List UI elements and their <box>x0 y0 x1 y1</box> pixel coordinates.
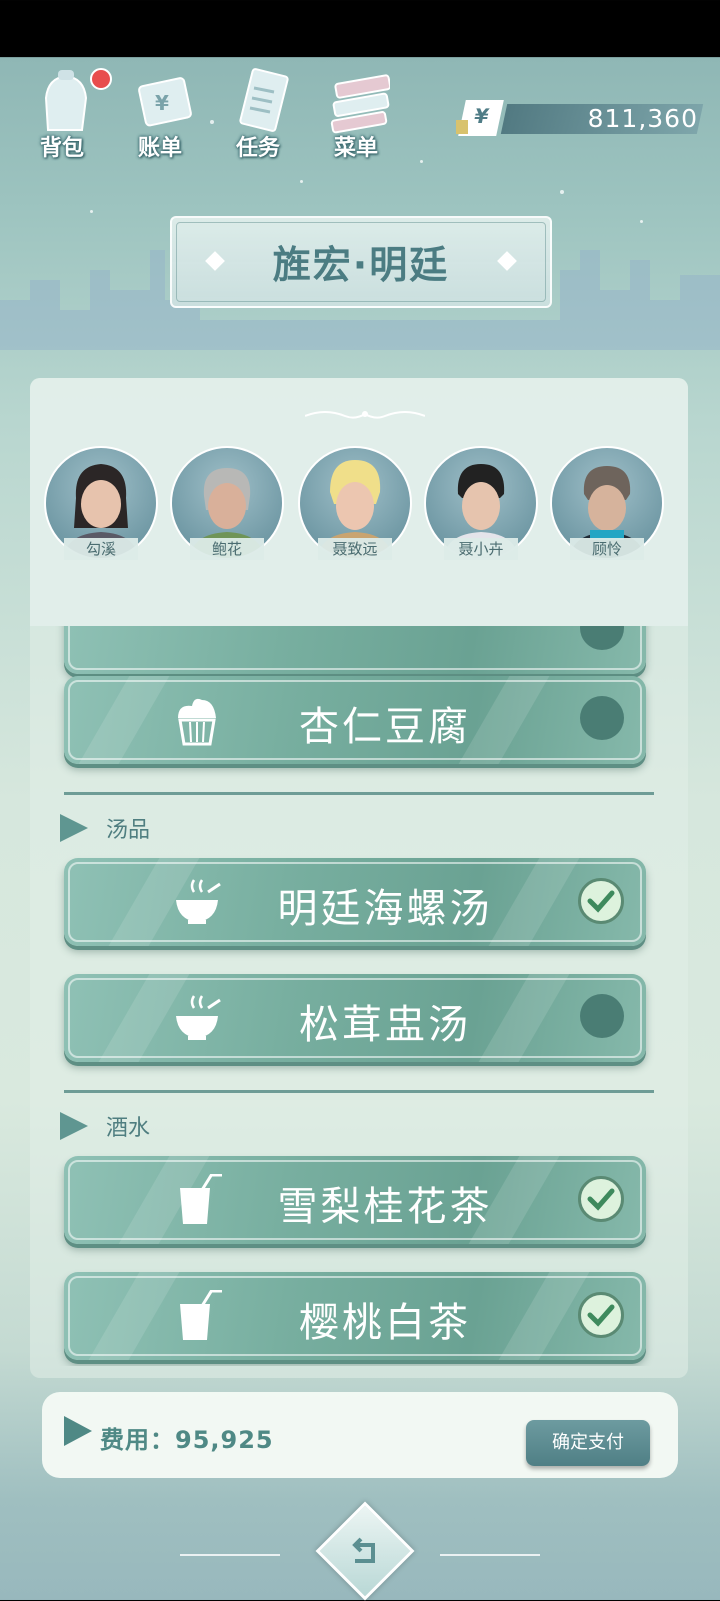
sparkle <box>420 160 423 163</box>
guest-portrait[interactable]: 勾溪 <box>44 446 158 560</box>
guest-name: 鲍花 <box>190 538 264 560</box>
section-header-drinks: 酒水 <box>44 1090 674 1150</box>
coin-icon <box>456 120 468 134</box>
menu-item-almond-tofu[interactable]: 杏仁豆腐 <box>64 676 646 764</box>
checkmark-icon <box>587 1304 615 1327</box>
guest-name: 勾溪 <box>64 538 138 560</box>
menu-icon <box>330 74 390 134</box>
guest-portrait[interactable]: 聂小卉 <box>424 446 538 560</box>
task-label: 任务 <box>235 136 280 161</box>
sparkle <box>560 190 564 194</box>
confirm-pay-button[interactable]: 确定支付 <box>526 1420 650 1466</box>
triangle-marker-icon <box>60 814 88 842</box>
sparkle <box>90 210 93 213</box>
money-display: ¥ 811,360 <box>456 100 704 136</box>
sparkle <box>210 120 214 124</box>
bill-icon: ¥ <box>138 77 192 127</box>
item-name: 杏仁豆腐 <box>299 704 471 750</box>
guest-portrait[interactable]: 聂致远 <box>298 446 412 560</box>
backpack-label: 背包 <box>39 136 84 161</box>
task-icon <box>239 68 289 132</box>
unchecked-icon[interactable] <box>580 994 624 1038</box>
menu-item-partial[interactable] <box>64 626 646 674</box>
decorative-line <box>440 1554 540 1556</box>
backpack-icon <box>44 70 88 131</box>
section-divider <box>64 1090 654 1093</box>
item-name: 明廷海螺汤 <box>277 886 493 932</box>
menu-item-conch-soup[interactable]: 明廷海螺汤 <box>64 858 646 946</box>
menu-list[interactable]: 杏仁豆腐 汤品 明廷海螺汤 松茸盅汤 酒水 雪梨桂花茶 樱桃白茶 <box>30 626 688 1366</box>
menu-button[interactable]: 菜单 <box>316 62 406 162</box>
guest-portrait[interactable]: 鲍花 <box>170 446 284 560</box>
menu-item-pear-tea[interactable]: 雪梨桂花茶 <box>64 1156 646 1244</box>
restaurant-title: 旌宏·明廷 <box>272 243 450 287</box>
return-arrow-icon <box>352 1537 375 1563</box>
menu-label: 菜单 <box>333 136 378 161</box>
item-name: 樱桃白茶 <box>299 1300 471 1346</box>
bill-label: 账单 <box>137 136 182 161</box>
checked-icon[interactable] <box>578 1292 624 1338</box>
triangle-marker-icon <box>60 1112 88 1140</box>
item-name: 雪梨桂花茶 <box>277 1184 493 1230</box>
section-header-soup: 汤品 <box>44 792 674 852</box>
triangle-marker-icon <box>64 1416 92 1446</box>
checkmark-icon <box>587 1188 615 1211</box>
money-value: 811,360 <box>587 104 698 133</box>
menu-item-cherry-tea[interactable]: 樱桃白茶 <box>64 1272 646 1360</box>
unchecked-icon[interactable] <box>580 696 624 740</box>
sparkle <box>640 220 643 223</box>
guest-name: 聂致远 <box>318 538 392 560</box>
flourish-ornament-icon <box>305 411 425 419</box>
checkmark-icon <box>587 890 615 913</box>
payment-bar: 费用：95,925 确定支付 <box>42 1392 678 1478</box>
task-button[interactable]: 任务 <box>218 62 308 162</box>
item-border <box>68 626 642 670</box>
cost-label: 费用：95,925 <box>100 1426 274 1454</box>
checked-icon[interactable] <box>578 878 624 924</box>
section-divider <box>64 792 654 795</box>
item-name: 松茸盅汤 <box>299 1002 471 1048</box>
guest-name: 聂小卉 <box>444 538 518 560</box>
guest-portrait[interactable]: 顾怜 <box>550 446 664 560</box>
restaurant-title-plate: 旌宏·明廷 <box>170 216 552 308</box>
checked-icon[interactable] <box>578 1176 624 1222</box>
section-title: 汤品 <box>106 818 151 843</box>
notification-badge <box>90 68 112 90</box>
back-button[interactable] <box>315 1501 415 1601</box>
svg-text:¥: ¥ <box>155 91 169 115</box>
section-title: 酒水 <box>106 1116 151 1141</box>
bill-button[interactable]: ¥ 账单 <box>120 62 210 162</box>
menu-item-matsutake-soup[interactable]: 松茸盅汤 <box>64 974 646 1062</box>
guest-name: 顾怜 <box>570 538 644 560</box>
sparkle <box>300 180 303 183</box>
decorative-line <box>180 1554 280 1556</box>
